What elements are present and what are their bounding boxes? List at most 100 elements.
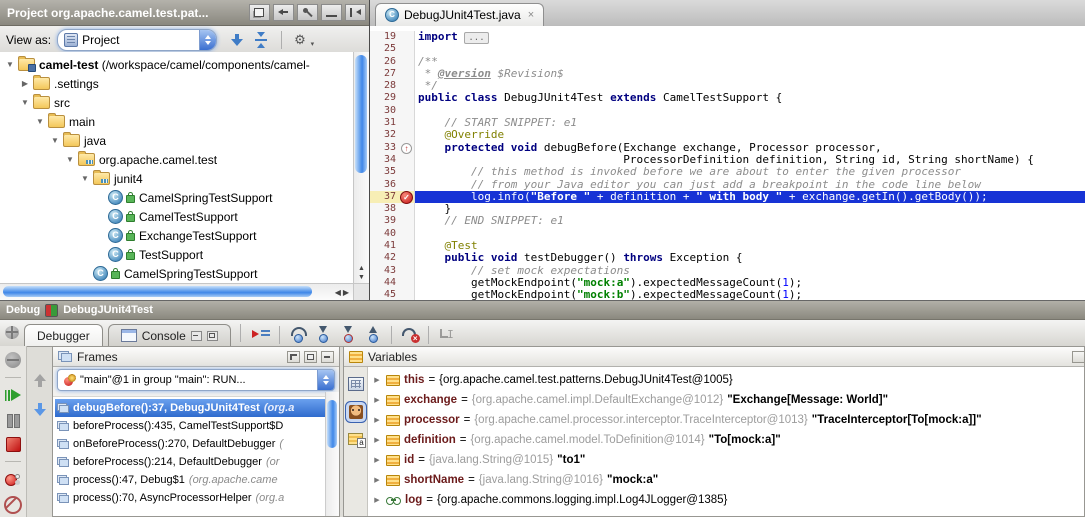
variable-row[interactable]: ▶this = {org.apache.camel.test.patterns.… bbox=[368, 370, 1084, 390]
pin-icon[interactable] bbox=[297, 4, 318, 21]
expand-icon[interactable] bbox=[229, 32, 245, 48]
code-line[interactable]: 27 * @version $Revision$ bbox=[370, 68, 1085, 80]
gutter[interactable]: 44 bbox=[370, 277, 415, 289]
scrollbar-arrows[interactable]: ◀▶ bbox=[335, 288, 351, 297]
gutter[interactable]: 40 bbox=[370, 228, 415, 240]
expand-arrow-icon[interactable]: ▶ bbox=[372, 376, 382, 384]
gutter-marker-area[interactable] bbox=[399, 92, 414, 104]
mute-breakpoints-icon[interactable] bbox=[4, 496, 22, 514]
gutter[interactable]: 45 bbox=[370, 289, 415, 300]
settings-gear-icon[interactable] bbox=[294, 32, 310, 48]
tree-item[interactable]: ▼org.apache.camel.test bbox=[0, 150, 354, 169]
gutter-marker-area[interactable] bbox=[399, 129, 414, 141]
expand-arrow-icon[interactable]: ▶ bbox=[372, 436, 382, 444]
stack-frame[interactable]: debugBefore():37, DebugJUnit4Test (org.a bbox=[55, 399, 326, 417]
tree-item[interactable]: CamelSpringTestSupport bbox=[0, 264, 354, 283]
code-line[interactable]: 25 bbox=[370, 43, 1085, 55]
dropdown-stepper-icon[interactable] bbox=[199, 30, 216, 50]
stack-frame[interactable]: beforeProcess():214, DefaultDebugger (or bbox=[55, 453, 326, 471]
stack-frame[interactable]: onBeforeProcess():270, DefaultDebugger ( bbox=[55, 435, 326, 453]
tree-item[interactable]: TestSupport bbox=[0, 245, 354, 264]
gutter-marker-area[interactable] bbox=[399, 56, 414, 68]
gutter-marker-area[interactable] bbox=[399, 277, 414, 289]
collapse-arrow-icon[interactable]: ▼ bbox=[64, 155, 76, 164]
tab-console[interactable]: Console bbox=[108, 324, 231, 346]
gutter[interactable]: 35 bbox=[370, 166, 415, 178]
tab-debugger[interactable]: Debugger bbox=[24, 324, 103, 346]
expand-arrow-icon[interactable]: ▶ bbox=[372, 456, 382, 464]
force-step-into-icon[interactable] bbox=[337, 325, 359, 344]
stop-icon[interactable] bbox=[6, 437, 21, 452]
expand-arrow-icon[interactable]: ▶ bbox=[372, 496, 382, 504]
breakpoint-icon[interactable]: ✓ bbox=[400, 191, 413, 204]
gutter-marker-area[interactable] bbox=[399, 215, 414, 227]
float-window-icon[interactable] bbox=[249, 4, 270, 21]
step-out-icon[interactable] bbox=[362, 325, 384, 344]
hide-icon[interactable] bbox=[321, 351, 334, 363]
scrollbar-thumb[interactable] bbox=[327, 400, 337, 448]
project-vertical-scrollbar[interactable]: ▲▼ bbox=[353, 52, 369, 284]
tree-item[interactable]: ▼src bbox=[0, 93, 354, 112]
gutter-marker-area[interactable]: ↑ bbox=[399, 142, 414, 154]
show-execution-point-icon[interactable] bbox=[250, 325, 272, 344]
collapse-arrow-icon[interactable]: ▼ bbox=[34, 117, 46, 126]
gutter-marker-area[interactable] bbox=[399, 289, 414, 300]
run-to-cursor-icon[interactable] bbox=[436, 325, 458, 344]
gutter[interactable]: 19 bbox=[370, 31, 415, 43]
gutter[interactable]: 38 bbox=[370, 203, 415, 215]
collapse-arrow-icon[interactable]: ▼ bbox=[49, 136, 61, 145]
gutter-marker-area[interactable] bbox=[399, 117, 414, 129]
tab-float-icon[interactable] bbox=[207, 331, 218, 341]
variable-row[interactable]: ▶processor = {org.apache.camel.processor… bbox=[368, 410, 1084, 430]
gutter[interactable]: 36 bbox=[370, 179, 415, 191]
scroll-from-source-icon[interactable] bbox=[273, 4, 294, 21]
override-indicator-icon[interactable]: ↑ bbox=[401, 143, 412, 154]
gutter[interactable]: 39 bbox=[370, 215, 415, 227]
gutter-marker-area[interactable] bbox=[399, 68, 414, 80]
gutter-marker-area[interactable] bbox=[399, 228, 414, 240]
pause-icon[interactable] bbox=[5, 412, 21, 428]
variable-row[interactable]: ▶definition = {org.apache.camel.model.To… bbox=[368, 430, 1084, 450]
frames-scrollbar[interactable] bbox=[325, 392, 339, 516]
resume-icon[interactable] bbox=[5, 387, 21, 403]
tree-item[interactable]: ▶.settings bbox=[0, 74, 354, 93]
gutter-marker-area[interactable] bbox=[399, 240, 414, 252]
code-line[interactable]: 39 // END SNIPPET: e1 bbox=[370, 215, 1085, 227]
gutter[interactable]: 43 bbox=[370, 265, 415, 277]
gutter[interactable]: 28 bbox=[370, 80, 415, 92]
variable-row[interactable]: ▶exchange = {org.apache.camel.impl.Defau… bbox=[368, 390, 1084, 410]
gutter[interactable]: 37✓ bbox=[370, 191, 415, 203]
gutter-marker-area[interactable] bbox=[399, 203, 414, 215]
tree-item[interactable]: ▼camel-test (/workspace/camel/components… bbox=[0, 55, 354, 74]
gutter-marker-area[interactable] bbox=[399, 252, 414, 264]
scrollbar-arrows[interactable]: ▲▼ bbox=[354, 264, 369, 282]
code-line[interactable]: 19import ... bbox=[370, 31, 1085, 43]
minimize-icon[interactable] bbox=[321, 4, 342, 21]
gutter[interactable]: 42 bbox=[370, 252, 415, 264]
code-line[interactable]: 29public class DebugJUnit4Test extends C… bbox=[370, 92, 1085, 104]
gutter[interactable]: 29 bbox=[370, 92, 415, 104]
tree-item[interactable]: ▼junit4 bbox=[0, 169, 354, 188]
stack-frame[interactable]: beforeProcess():435, CamelTestSupport$D bbox=[55, 417, 326, 435]
gutter[interactable]: 41 bbox=[370, 240, 415, 252]
tree-item[interactable]: ▼java bbox=[0, 131, 354, 150]
expand-arrow-icon[interactable]: ▶ bbox=[19, 79, 31, 88]
gutter-marker-area[interactable] bbox=[399, 179, 414, 191]
gutter-marker-area[interactable]: ✓ bbox=[399, 191, 414, 203]
gutter-marker-area[interactable] bbox=[399, 265, 414, 277]
collapse-arrow-icon[interactable]: ▼ bbox=[19, 98, 31, 107]
code-line[interactable]: 37✓ log.info("Before " + definition + " … bbox=[370, 191, 1085, 203]
tree-item[interactable]: CamelTestSupport bbox=[0, 207, 354, 226]
gutter-marker-area[interactable] bbox=[399, 166, 414, 178]
tree-item[interactable]: ExchangeTestSupport bbox=[0, 226, 354, 245]
project-horizontal-scrollbar[interactable]: ◀▶ bbox=[0, 283, 354, 300]
expand-arrow-icon[interactable]: ▶ bbox=[372, 476, 382, 484]
gutter[interactable]: 34 bbox=[370, 154, 415, 166]
thread-selector[interactable]: "main"@1 in group "main": RUN... bbox=[57, 369, 335, 391]
gutter[interactable]: 25 bbox=[370, 43, 415, 55]
gutter-marker-area[interactable] bbox=[399, 43, 414, 55]
frame-down-icon[interactable] bbox=[33, 402, 47, 416]
panel-options-icon[interactable] bbox=[1072, 351, 1085, 363]
gutter[interactable]: 30 bbox=[370, 105, 415, 117]
expand-arrow-icon[interactable]: ▶ bbox=[372, 396, 382, 404]
